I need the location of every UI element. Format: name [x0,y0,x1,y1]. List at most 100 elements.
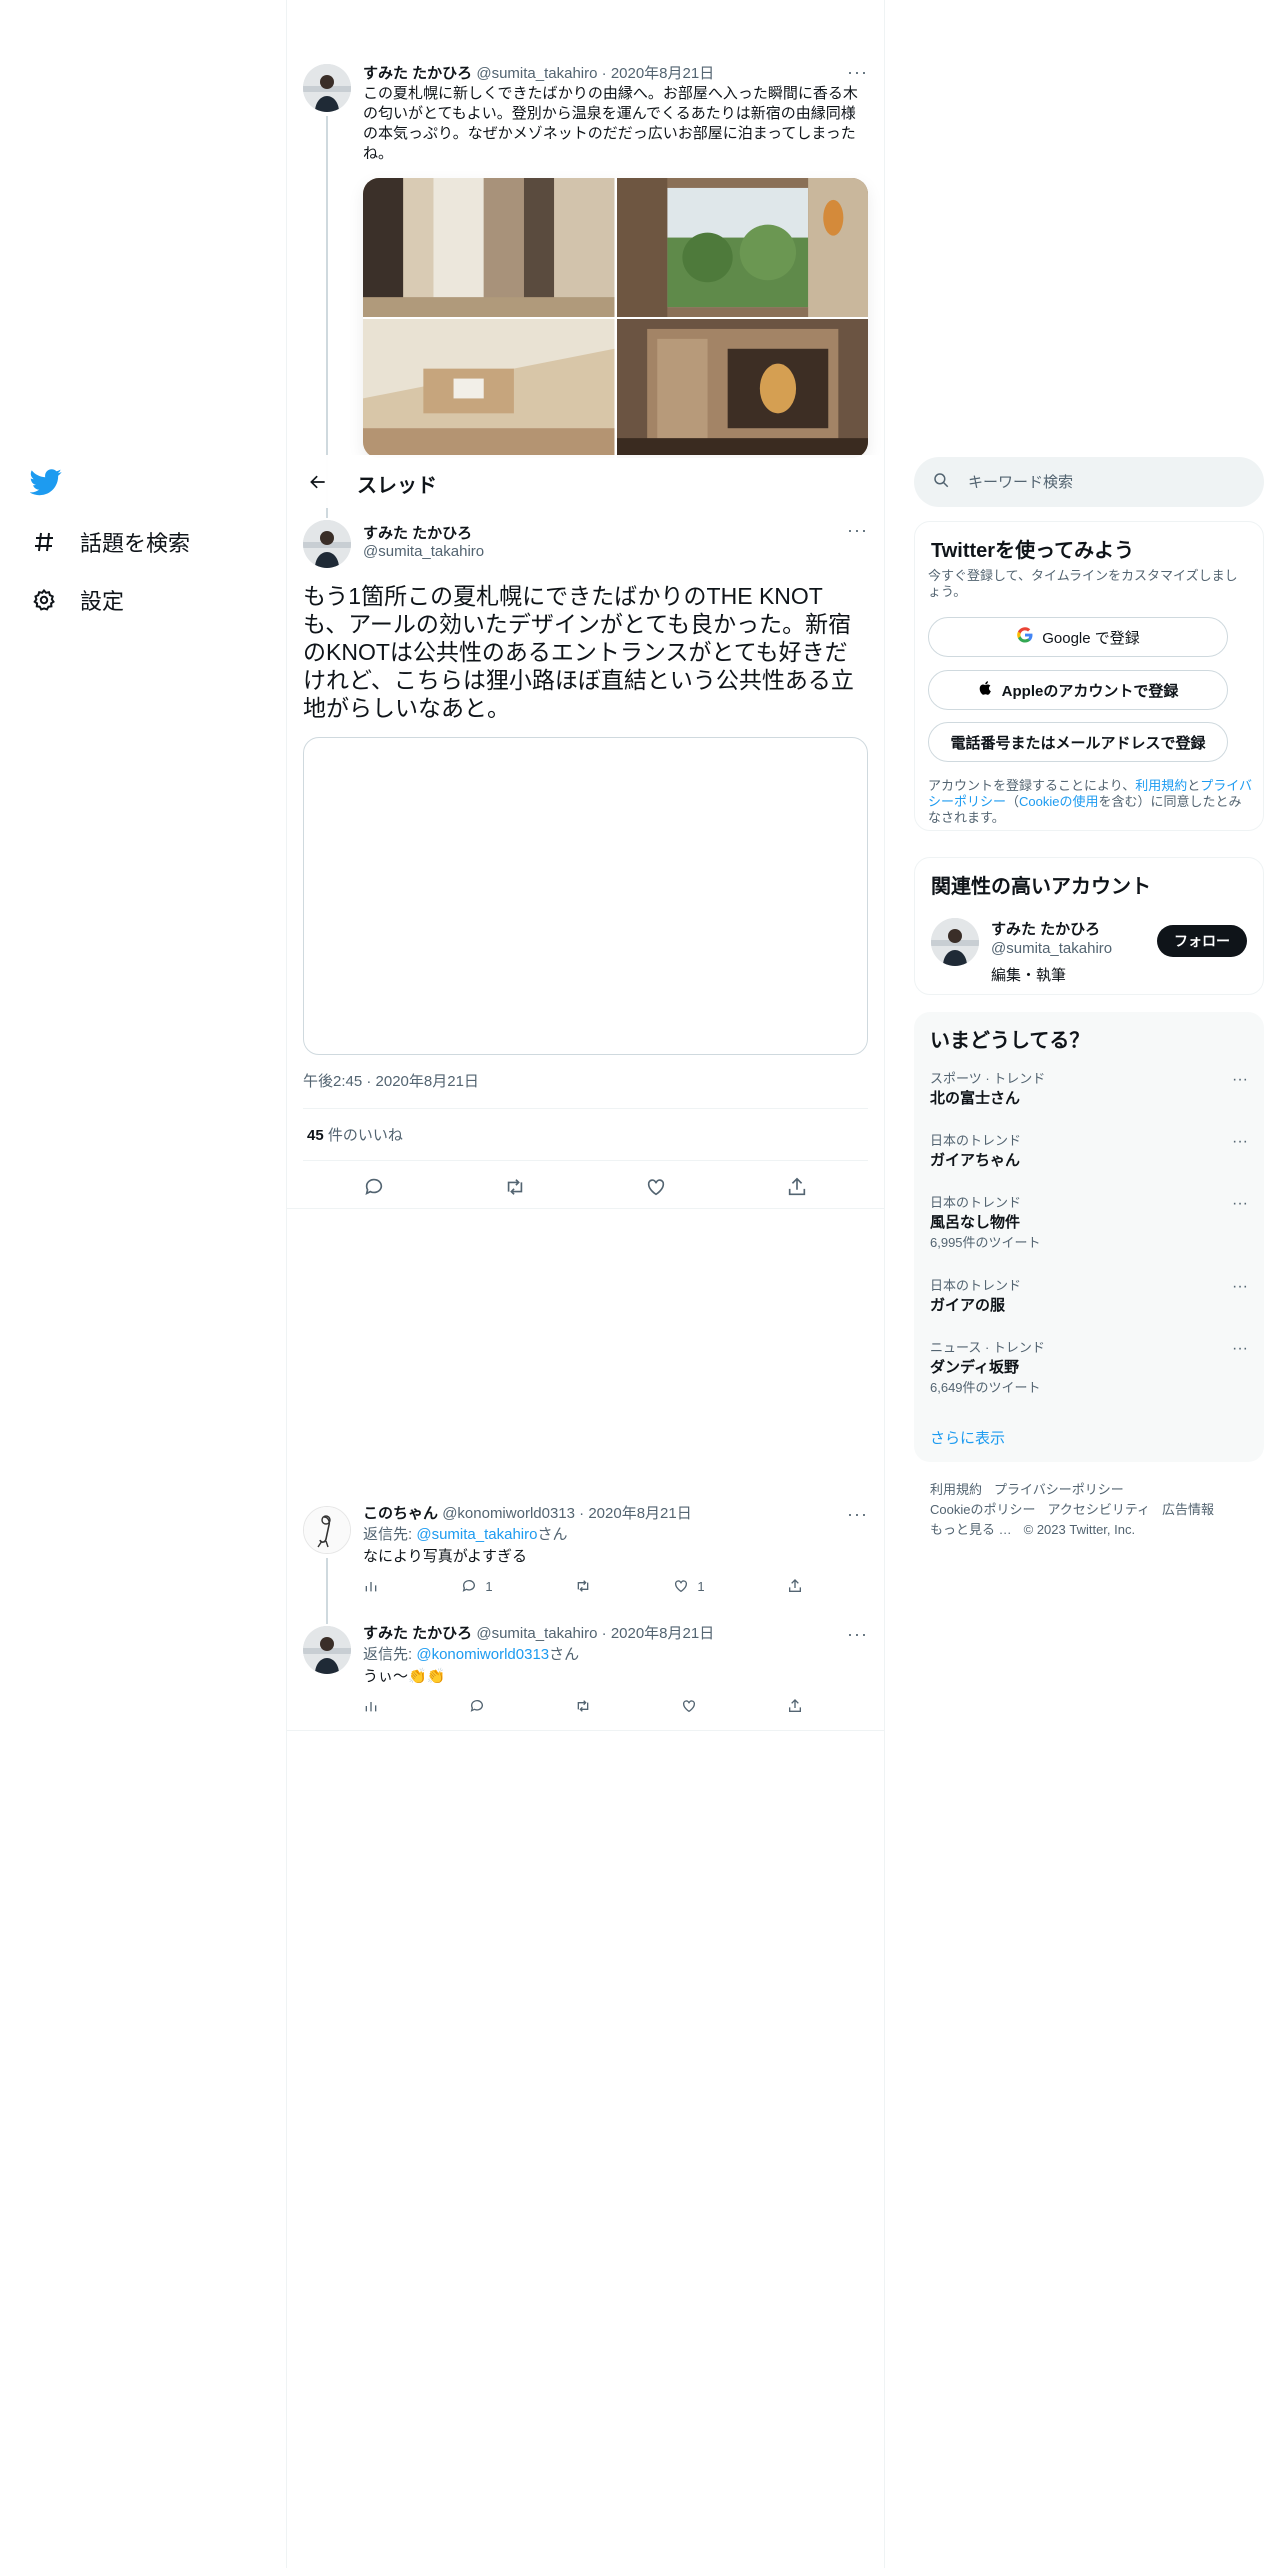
apple-signup-label: Appleのアカウントで登録 [1001,682,1179,700]
mention-link[interactable]: @sumita_takahiro [416,1526,537,1543]
more-options-icon[interactable]: ··· [847,520,868,541]
parent-tweet[interactable]: すみた たかひろ @sumita_takahiro · 2020年8月21日 こ… [287,60,884,516]
terms-link[interactable]: 利用規約 [1135,778,1187,793]
like-icon[interactable] [681,1698,697,1714]
avatar[interactable] [931,918,979,966]
thread-header: スレッド [287,455,884,508]
author-name[interactable]: すみた たかひろ [363,1625,472,1642]
more-options-icon[interactable]: ··· [1232,1133,1248,1151]
apple-signup-button[interactable]: Appleのアカウントで登録 [928,670,1228,710]
trend-item[interactable]: 日本のトレンド ガイアの服 ··· [930,1278,1248,1316]
room-photo-3[interactable] [363,319,615,458]
phone-email-signup-button[interactable]: 電話番号またはメールアドレスで登録 [928,722,1228,762]
retweet-icon[interactable] [575,1578,591,1594]
footer-link-more[interactable]: もっと見る … [930,1522,1012,1537]
footer-link-ads[interactable]: 広告情報 [1162,1502,1214,1517]
divider [303,1108,868,1109]
hashtag-icon [30,528,58,556]
author-name[interactable]: すみた たかひろ [363,522,472,543]
thread-connector [326,1558,328,1624]
more-options-icon[interactable]: ··· [847,1504,868,1525]
share-icon[interactable] [787,1698,803,1714]
terms-text: （ [1006,794,1020,809]
nav-settings[interactable]: 設定 [30,578,124,622]
trend-item[interactable]: 日本のトレンド 風呂なし物件 6,995件のツイート ··· [930,1195,1248,1251]
show-more-link[interactable]: さらに表示 [930,1427,1005,1448]
terms-text: アカウントを登録することにより、 [928,778,1136,793]
copyright: © 2023 Twitter, Inc. [1023,1522,1136,1537]
author-handle[interactable]: @konomiworld0313 [442,1505,575,1522]
more-options-icon[interactable]: ··· [847,62,868,83]
tweet-actions [363,1698,803,1714]
analytics-icon[interactable] [363,1698,379,1714]
thread-column: すみた たかひろ @sumita_takahiro · 2020年8月21日 こ… [286,0,885,2568]
avatar[interactable] [303,64,351,112]
footer-link-privacy[interactable]: プライバシーポリシー [994,1482,1124,1497]
avatar[interactable] [303,520,351,568]
author-name[interactable]: このちゃん [363,1505,438,1522]
likes-summary[interactable]: 45 件のいいね [307,1124,403,1145]
more-options-icon[interactable]: ··· [847,1624,868,1645]
tweet-timestamp[interactable]: 午後2:45 · 2020年8月21日 [303,1070,479,1091]
signup-panel: Twitterを使ってみよう 今すぐ登録して、タイムラインをカスタマイズしましょ… [914,521,1264,831]
room-photo-2[interactable] [616,178,868,317]
reply-tweet[interactable]: すみた たかひろ @sumita_takahiro · 2020年8月21日 返… [287,1624,884,1734]
search-input[interactable] [968,473,1248,491]
more-options-icon[interactable]: ··· [1232,1278,1248,1296]
author-handle[interactable]: @sumita_takahiro [476,1625,597,1642]
twitter-logo-icon[interactable] [29,466,66,502]
search-bar[interactable] [914,457,1264,507]
footer-link-accessibility[interactable]: アクセシビリティ [1047,1502,1150,1517]
cookie-link[interactable]: Cookieの使用 [1019,794,1098,809]
follow-button[interactable]: フォロー [1157,925,1247,957]
retweet-icon[interactable] [498,1170,532,1204]
more-options-icon[interactable]: ··· [1232,1195,1248,1213]
trends-title: いまどうしてる？ [930,1030,1090,1052]
trend-item[interactable]: 日本のトレンド ガイアちゃん ··· [930,1133,1248,1171]
back-arrow-icon[interactable] [301,465,335,499]
separator-dot: · [601,65,607,82]
trend-item[interactable]: ニュース · トレンド ダンディ坂野 6,649件のツイート ··· [930,1340,1248,1396]
signup-terms: アカウントを登録することにより、利用規約とプライバシーポリシー（Cookieの使… [928,778,1253,826]
nav-explore[interactable]: 話題を検索 [30,520,190,564]
room-photo-1[interactable] [363,178,615,317]
share-icon[interactable] [780,1170,814,1204]
retweet-icon[interactable] [575,1698,591,1714]
google-signup-button[interactable]: Google で登録 [928,617,1228,657]
reply-button[interactable]: 1 [461,1578,493,1594]
replying-to-suffix: さん [537,1526,568,1543]
account-handle[interactable]: @sumita_takahiro [991,940,1112,957]
trend-item[interactable]: スポーツ · トレンド 北の富士さん ··· [930,1071,1248,1109]
author-handle[interactable]: @sumita_takahiro [476,65,597,82]
author-name[interactable]: すみた たかひろ [363,65,472,82]
nav-explore-label: 話題を検索 [80,531,191,556]
author-handle[interactable]: @sumita_takahiro [363,543,484,560]
share-icon[interactable] [787,1578,803,1594]
mention-link[interactable]: @konomiworld0313 [416,1646,549,1663]
room-photo-4[interactable] [616,319,868,458]
trend-category: 日本のトレンド [930,1195,1022,1210]
footer-link-terms[interactable]: 利用規約 [930,1482,982,1497]
account-name[interactable]: すみた たかひろ [991,918,1100,939]
more-options-icon[interactable]: ··· [1232,1071,1248,1089]
trend-category: 日本のトレンド [930,1278,1022,1293]
reply-icon[interactable] [357,1170,391,1204]
tweet-date[interactable]: 2020年8月21日 [588,1505,691,1522]
more-options-icon[interactable]: ··· [1232,1340,1248,1358]
tweet-date[interactable]: 2020年8月21日 [611,65,714,82]
like-button[interactable]: 1 [673,1578,705,1594]
reply-tweet[interactable]: このちゃん @konomiworld0313 · 2020年8月21日 返信先:… [287,1504,884,1624]
avatar[interactable] [303,1506,351,1554]
likes-count: 45 [307,1127,324,1144]
tweet-date[interactable]: 2020年8月21日 [611,1625,714,1642]
trend-category: 日本のトレンド [930,1133,1022,1148]
analytics-icon[interactable] [363,1578,379,1594]
avatar[interactable] [303,1626,351,1674]
reply-icon[interactable] [469,1698,485,1714]
terms-text: と [1187,778,1201,793]
like-icon[interactable] [639,1170,673,1204]
signup-subtitle: 今すぐ登録して、タイムラインをカスタマイズしましょう。 [928,568,1238,599]
footer-link-cookie[interactable]: Cookieのポリシー [930,1502,1035,1517]
embedded-card[interactable] [303,737,868,1055]
apple-icon [978,679,994,701]
